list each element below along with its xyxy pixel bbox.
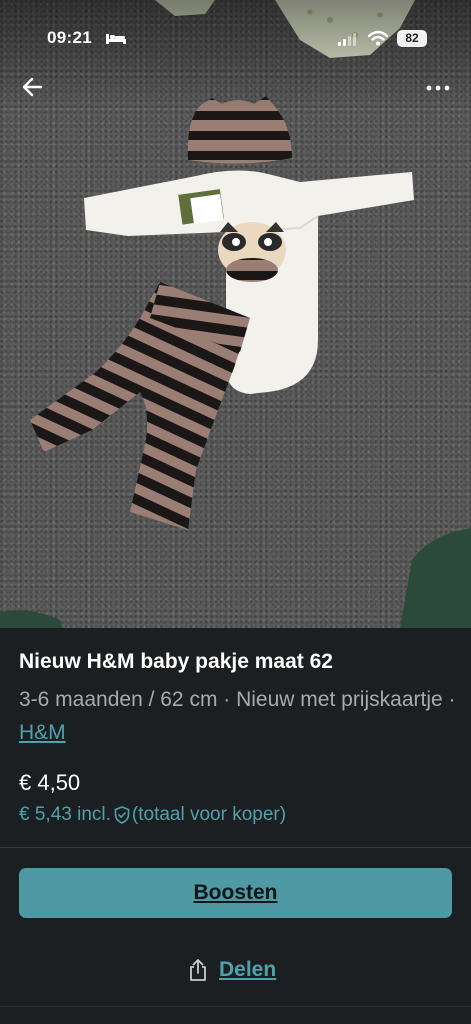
brand-link[interactable]: H&M	[19, 721, 66, 744]
back-arrow-icon[interactable]	[20, 74, 46, 100]
photo-scene	[0, 0, 471, 628]
price-incl-value: € 5,43 incl.	[19, 804, 111, 825]
price-incl-note: (totaal voor koper)	[131, 804, 287, 825]
boost-button-label: Boosten	[193, 881, 278, 904]
listing-photo[interactable]: 09:21 82	[0, 0, 471, 628]
bottom-divider	[0, 1006, 471, 1007]
wifi-icon	[368, 30, 388, 46]
signal-icon	[338, 33, 356, 46]
more-options-icon[interactable]	[424, 78, 452, 98]
share-button[interactable]: Delen	[187, 958, 276, 982]
shield-check-icon	[114, 806, 130, 824]
listing-title: Nieuw H&M baby pakje maat 62	[19, 650, 333, 673]
status-time: 09:21	[47, 28, 92, 47]
listing-details-text: 3-6 maanden / 62 cm · Nieuw met prijskaa…	[19, 688, 456, 711]
battery-icon: 82	[397, 30, 427, 47]
listing-price: € 4,50	[19, 770, 81, 795]
bed-icon	[106, 34, 126, 44]
price-incl-row[interactable]: € 5,43 incl. (totaal voor koper)	[19, 804, 286, 826]
divider	[0, 847, 471, 848]
listing-attributes: 3-6 maanden / 62 cm · Nieuw met prijskaa…	[19, 683, 459, 749]
share-icon	[190, 959, 206, 981]
listing-details: Nieuw H&M baby pakje maat 62 3-6 maanden…	[0, 628, 471, 1024]
share-label: Delen	[219, 958, 277, 981]
boost-button[interactable]: Boosten	[19, 868, 452, 918]
